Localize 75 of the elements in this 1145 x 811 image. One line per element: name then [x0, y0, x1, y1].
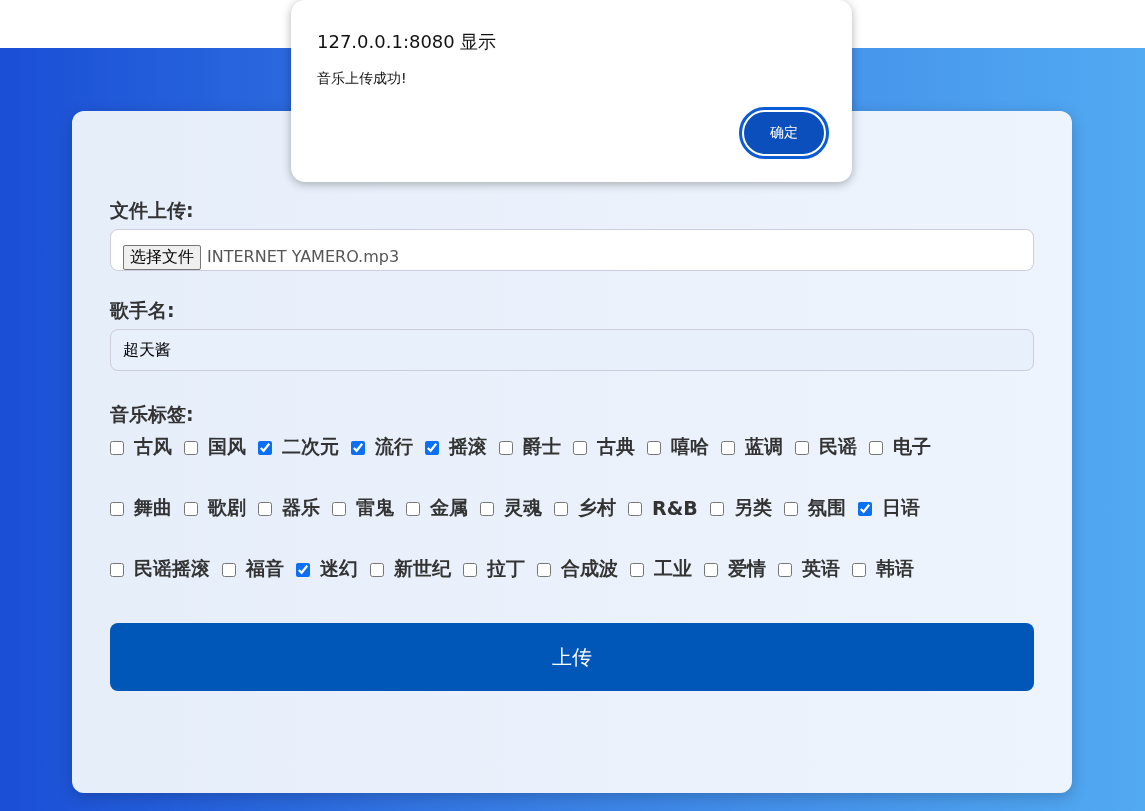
- tag-checkbox[interactable]: [351, 441, 365, 455]
- tag-checkbox[interactable]: [370, 563, 384, 577]
- tag-label: 福音: [246, 556, 284, 581]
- tag-label: 古风: [134, 434, 172, 459]
- tag-label: 嘻哈: [671, 434, 709, 459]
- tag-label: 乡村: [578, 495, 616, 520]
- tag-checkbox[interactable]: [869, 441, 883, 455]
- tag-checkbox[interactable]: [110, 563, 124, 577]
- tag-checkbox[interactable]: [184, 441, 198, 455]
- tag-checkbox[interactable]: [258, 502, 272, 516]
- tag-checkbox[interactable]: [630, 563, 644, 577]
- tag-checkbox[interactable]: [628, 502, 642, 516]
- tag-checkbox[interactable]: [425, 441, 439, 455]
- tag-label: 民谣: [819, 434, 857, 459]
- tag-label: 英语: [802, 556, 840, 581]
- tag-label: 拉丁: [487, 556, 525, 581]
- tag-checkbox[interactable]: [704, 563, 718, 577]
- tag-label: 器乐: [282, 495, 320, 520]
- tag-checkbox[interactable]: [795, 441, 809, 455]
- tag-checkbox[interactable]: [537, 563, 551, 577]
- field-label: 文件上传:: [110, 198, 195, 223]
- tag-label: 电子: [893, 434, 931, 459]
- tag-label: 舞曲: [134, 495, 172, 520]
- tag-checkbox[interactable]: [852, 563, 866, 577]
- file-name: INTERNET YAMERO.mp3: [207, 246, 400, 268]
- tag-label: 流行: [375, 434, 413, 459]
- field-label: 音乐标签:: [110, 402, 195, 427]
- singer-input[interactable]: 超天酱: [110, 329, 1034, 371]
- tag-label: 摇滚: [449, 434, 487, 459]
- field-label: 歌手名:: [110, 298, 176, 323]
- tag-label: 迷幻: [320, 556, 358, 581]
- tag-label: R&B: [652, 497, 698, 519]
- tag-checkbox[interactable]: [332, 502, 346, 516]
- tag-checkbox[interactable]: [222, 563, 236, 577]
- tag-label: 歌剧: [208, 495, 246, 520]
- tag-checkbox[interactable]: [709, 502, 724, 516]
- tag-checkbox[interactable]: [573, 441, 587, 455]
- upload-button[interactable]: 上传: [110, 623, 1034, 691]
- tag-checkbox[interactable]: [184, 502, 198, 516]
- tag-label: 爱情: [728, 556, 766, 581]
- tag-checkbox[interactable]: [463, 563, 477, 577]
- tag-checkbox[interactable]: [647, 441, 661, 455]
- dialog-title: 127.0.0.1:8080 显示: [317, 30, 498, 54]
- tag-checkbox[interactable]: [783, 502, 798, 516]
- tag-checkbox[interactable]: [296, 563, 310, 577]
- tag-checkbox[interactable]: [778, 563, 792, 577]
- tag-label: 另类: [733, 495, 772, 520]
- tag-label: 合成波: [561, 556, 618, 581]
- tag-label: 新世纪: [394, 556, 451, 581]
- tag-checkbox[interactable]: [499, 441, 513, 455]
- tag-label: 金属: [430, 495, 468, 520]
- tag-checkbox[interactable]: [110, 502, 124, 516]
- tag-label: 爵士: [523, 434, 561, 459]
- tag-checkbox[interactable]: [857, 502, 872, 516]
- tag-checkbox[interactable]: [110, 441, 124, 455]
- file-input[interactable]: 选择文件 INTERNET YAMERO.mp3: [110, 229, 1034, 271]
- choose-file-button[interactable]: 选择文件: [123, 245, 201, 270]
- tag-label: 国风: [208, 434, 246, 459]
- tag-checkbox[interactable]: [258, 441, 272, 455]
- tag-checkbox[interactable]: [721, 441, 735, 455]
- tag-checkbox[interactable]: [554, 502, 568, 516]
- tag-label: 工业: [654, 556, 692, 581]
- tag-label: 古典: [597, 434, 635, 459]
- tag-checkbox[interactable]: [406, 502, 420, 516]
- tag-label: 灵魂: [504, 495, 542, 520]
- tag-label: 氛围: [807, 495, 846, 520]
- tag-checkbox[interactable]: [480, 502, 494, 516]
- tag-label: 蓝调: [745, 434, 783, 459]
- tag-label: 韩语: [876, 556, 914, 581]
- tag-label: 民谣摇滚: [134, 556, 210, 581]
- ok-button[interactable]: 确定: [742, 110, 826, 156]
- tag-label: 二次元: [282, 434, 339, 459]
- tag-label: 雷鬼: [356, 495, 394, 520]
- dialog-message: 音乐上传成功!: [317, 70, 408, 88]
- tag-label: 日语: [881, 495, 920, 520]
